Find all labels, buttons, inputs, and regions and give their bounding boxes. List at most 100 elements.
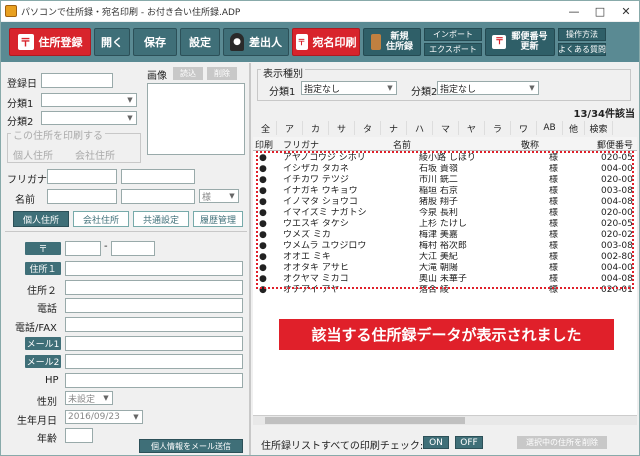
print-all-off-button[interactable]: OFF <box>455 436 483 449</box>
tab-history[interactable]: 履歴管理 <box>193 211 243 227</box>
register-label: 住所登録 <box>38 36 83 49</box>
highlight-frame <box>256 151 634 289</box>
postal-code-button[interactable]: 〒 <box>25 242 61 255</box>
filter-cat1-label: 分類1 <box>269 87 296 98</box>
mail2-field[interactable] <box>65 354 243 369</box>
address2-field[interactable] <box>65 280 243 295</box>
photo-load-button[interactable]: 読込 <box>173 67 203 80</box>
new-book-button[interactable]: 新規 住所録 <box>363 28 421 56</box>
list-header: 印刷 フリガナ 名前 敬称 郵便番号 <box>253 137 637 151</box>
import-button[interactable]: インポート <box>424 28 482 41</box>
delete-selected-button[interactable]: 選択中の住所を削除 <box>517 436 607 449</box>
chevron-down-icon: ▼ <box>229 192 235 200</box>
age-field[interactable] <box>65 428 93 443</box>
furigana-last-field[interactable] <box>47 169 117 184</box>
address-print-button[interactable]: 〒宛名印刷 <box>292 28 360 56</box>
settings-button[interactable]: 設定 <box>180 28 220 56</box>
kana-tab[interactable]: ハ <box>407 121 433 135</box>
category2-select[interactable]: ▼ <box>41 111 137 125</box>
photo-delete-button[interactable]: 削除 <box>207 67 237 80</box>
col-print[interactable]: 印刷 <box>255 138 273 151</box>
furigana-first-field[interactable] <box>121 169 195 184</box>
reg-date-field[interactable] <box>41 73 113 88</box>
minimize-button[interactable]: — <box>561 2 587 20</box>
honorific-select[interactable]: 様 ▼ <box>199 189 239 203</box>
horizontal-scrollbar[interactable] <box>253 415 637 425</box>
filter-cat2-select[interactable]: 指定なし ▼ <box>437 81 539 95</box>
category1-select[interactable]: ▼ <box>41 93 137 107</box>
kana-tab[interactable]: AB <box>537 121 563 135</box>
chevron-down-icon: ▼ <box>103 394 109 402</box>
sender-button[interactable]: ● 差出人 <box>223 28 289 56</box>
kana-tab[interactable]: ラ <box>485 121 511 135</box>
kana-tab[interactable]: ワ <box>511 121 537 135</box>
kana-tab[interactable]: ナ <box>381 121 407 135</box>
phone-fax-field[interactable] <box>65 317 243 332</box>
tab-personal[interactable]: 個人住所 <box>13 211 69 227</box>
kana-tab[interactable]: カ <box>303 121 329 135</box>
save-button[interactable]: 保存 <box>133 28 177 56</box>
maximize-button[interactable]: □ <box>587 2 613 20</box>
open-button[interactable]: 開く <box>94 28 130 56</box>
help-group: 操作方法 よくある質問 <box>558 27 606 57</box>
gender-label: 性別 <box>37 397 57 408</box>
book-icon <box>370 34 381 50</box>
personal-addr-radio[interactable]: 個人住所 <box>13 147 53 162</box>
window-title: パソコンで住所録・宛名印刷 - お付き合い住所録.ADP <box>21 7 241 18</box>
gender-select[interactable]: 未設定 ▼ <box>65 391 113 405</box>
tab-common[interactable]: 共通設定 <box>133 211 189 227</box>
howto-button[interactable]: 操作方法 <box>558 28 606 41</box>
col-zip[interactable]: 郵便番号 <box>597 138 633 151</box>
register-button[interactable]: 〒住所登録 <box>9 28 91 56</box>
kana-tab[interactable]: タ <box>355 121 381 135</box>
zip-second-field[interactable] <box>111 241 155 256</box>
kana-tab[interactable]: 検索 <box>585 121 613 135</box>
postcard-icon: 〒 <box>295 34 308 50</box>
divider <box>5 231 247 232</box>
notification-banner: 該当する住所録データが表示されました <box>279 319 614 350</box>
kana-tab[interactable]: 他 <box>563 121 585 135</box>
print-this-checkbox[interactable]: この住所を印刷する <box>11 127 105 142</box>
print-check-label: 住所録リストすべての印刷チェック: <box>261 441 424 452</box>
company-addr-radio[interactable]: 会社住所 <box>75 147 115 162</box>
last-name-field[interactable] <box>47 189 117 204</box>
furigana-label: フリガナ <box>7 175 47 186</box>
mail1-button[interactable]: メール1 <box>25 337 61 350</box>
close-button[interactable]: ✕ <box>613 2 639 20</box>
kana-tab[interactable]: ヤ <box>459 121 485 135</box>
address1-field[interactable] <box>65 261 243 276</box>
hp-field[interactable] <box>65 373 243 388</box>
filter-cat2-value: 指定なし <box>440 84 477 95</box>
kana-tab[interactable]: ア <box>277 121 303 135</box>
phone-field[interactable] <box>65 298 243 313</box>
col-honorific[interactable]: 敬称 <box>521 138 539 151</box>
tab-company[interactable]: 会社住所 <box>73 211 129 227</box>
mail2-button[interactable]: メール2 <box>25 355 61 368</box>
mail1-field[interactable] <box>65 336 243 351</box>
col-name[interactable]: 名前 <box>393 138 411 151</box>
filter-cat1-select[interactable]: 指定なし ▼ <box>301 81 397 95</box>
title-bar: パソコンで住所録・宛名印刷 - お付き合い住所録.ADP — □ ✕ <box>1 1 639 21</box>
postal-update-button[interactable]: 〒郵便番号 更新 <box>485 28 555 56</box>
kana-tab[interactable]: マ <box>433 121 459 135</box>
scroll-thumb[interactable] <box>265 417 465 424</box>
kana-tab[interactable]: サ <box>329 121 355 135</box>
filter-cat2-label: 分類2 <box>411 87 438 98</box>
birth-label: 生年月日 <box>17 416 57 427</box>
export-button[interactable]: エクスポート <box>424 43 482 56</box>
col-furigana[interactable]: フリガナ <box>283 138 319 151</box>
address1-button[interactable]: 住所１ <box>25 262 61 275</box>
kana-tab[interactable]: 全 <box>255 121 277 135</box>
send-mail-button[interactable]: 個人情報をメール送信 <box>139 439 243 453</box>
print-all-on-button[interactable]: ON <box>423 436 449 449</box>
hp-label: HP <box>45 375 59 386</box>
zip-first-field[interactable] <box>65 241 101 256</box>
app-icon <box>5 5 17 17</box>
postal-mark-icon: 〒 <box>492 35 507 49</box>
age-label: 年齢 <box>37 434 57 445</box>
app-window: パソコンで住所録・宛名印刷 - お付き合い住所録.ADP — □ ✕ 〒住所登録… <box>0 0 640 456</box>
faq-button[interactable]: よくある質問 <box>558 43 606 56</box>
birth-select[interactable]: 2016/09/23 ▼ <box>65 410 143 424</box>
toolbar: 〒住所登録 開く 保存 設定 ● 差出人 〒宛名印刷 新規 住所録 インポート エ… <box>1 22 639 62</box>
first-name-field[interactable] <box>121 189 195 204</box>
